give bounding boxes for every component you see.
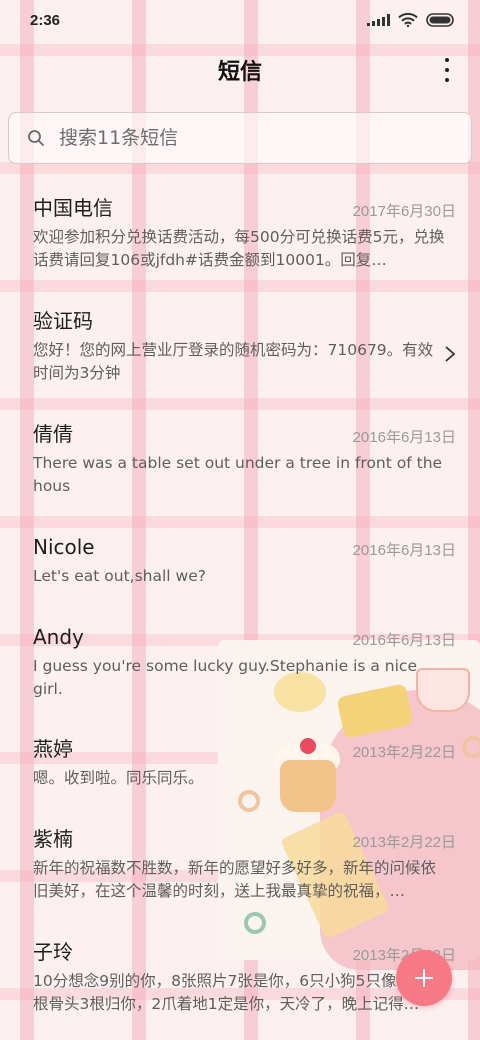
search-bar[interactable] [8, 112, 472, 164]
message-preview: 新年的祝福数不胜数，新年的愿望好多好多，新年的问候依旧美好，在这个温馨的时刻，送… [33, 859, 437, 900]
more-options-button[interactable] [442, 58, 452, 82]
message-preview: There was a table set out under a tree i… [33, 454, 443, 495]
status-time: 2:36 [30, 11, 61, 29]
conversation-item[interactable]: Nicole 2016年6月13日 Let's eat out,shall we… [0, 533, 480, 588]
message-preview: 您好！您的网上营业厅登录的随机密码为：710679。有效时间为3分钟 [33, 341, 434, 382]
message-preview: I guess you're some lucky guy.Stephanie … [33, 657, 417, 698]
sender-name: 验证码 [33, 309, 93, 333]
message-date: 2016年6月13日 [352, 542, 456, 559]
app-header: 短信 [0, 40, 480, 100]
conversation-item[interactable]: 紫楠 2013年2月22日 新年的祝福数不胜数，新年的愿望好多好多，新年的问候依… [0, 825, 480, 903]
search-input[interactable] [59, 127, 439, 149]
conversation-item[interactable]: Andy 2016年6月13日 I guess you're some luck… [0, 623, 480, 701]
conversation-item[interactable]: 燕婷 2013年2月22日 嗯。收到啦。同乐同乐。 [0, 735, 480, 790]
page-title: 短信 [217, 60, 262, 85]
message-preview: 欢迎参加积分兑换话费活动，每500分可兑换话费5元，兑换话费请回复106或jfd… [33, 228, 445, 269]
message-date: 2013年2月22日 [352, 834, 456, 851]
plus-icon [415, 969, 433, 987]
battery-icon [426, 13, 456, 27]
conversation-item[interactable]: 倩倩 2016年6月13日 There was a table set out … [0, 420, 480, 498]
message-date: 2013年2月22日 [352, 744, 456, 761]
message-preview: 10分想念9别的你，8张照片7张是你，6只小狗5只像你，4根骨头3根归你，2爪着… [33, 972, 438, 1013]
wifi-icon [398, 13, 418, 27]
more-vertical-icon [445, 58, 449, 62]
chevron-right-icon [445, 346, 456, 362]
conversation-item[interactable]: 验证码 您好！您的网上营业厅登录的随机密码为：710679。有效时间为3分钟 [0, 307, 480, 385]
message-date: 2017年6月30日 [352, 203, 456, 220]
message-preview: Let's eat out,shall we? [33, 567, 206, 585]
search-icon [28, 130, 44, 146]
conversation-item[interactable]: 中国电信 2017年6月30日 欢迎参加积分兑换话费活动，每500分可兑换话费5… [0, 194, 480, 272]
status-bar: 2:36 [0, 0, 480, 40]
message-preview: 嗯。收到啦。同乐同乐。 [33, 769, 204, 787]
signal-icon [367, 14, 390, 26]
status-icons [367, 13, 456, 27]
new-message-button[interactable] [396, 950, 452, 1006]
message-date: 2016年6月13日 [352, 429, 456, 446]
message-date: 2016年6月13日 [352, 632, 456, 649]
